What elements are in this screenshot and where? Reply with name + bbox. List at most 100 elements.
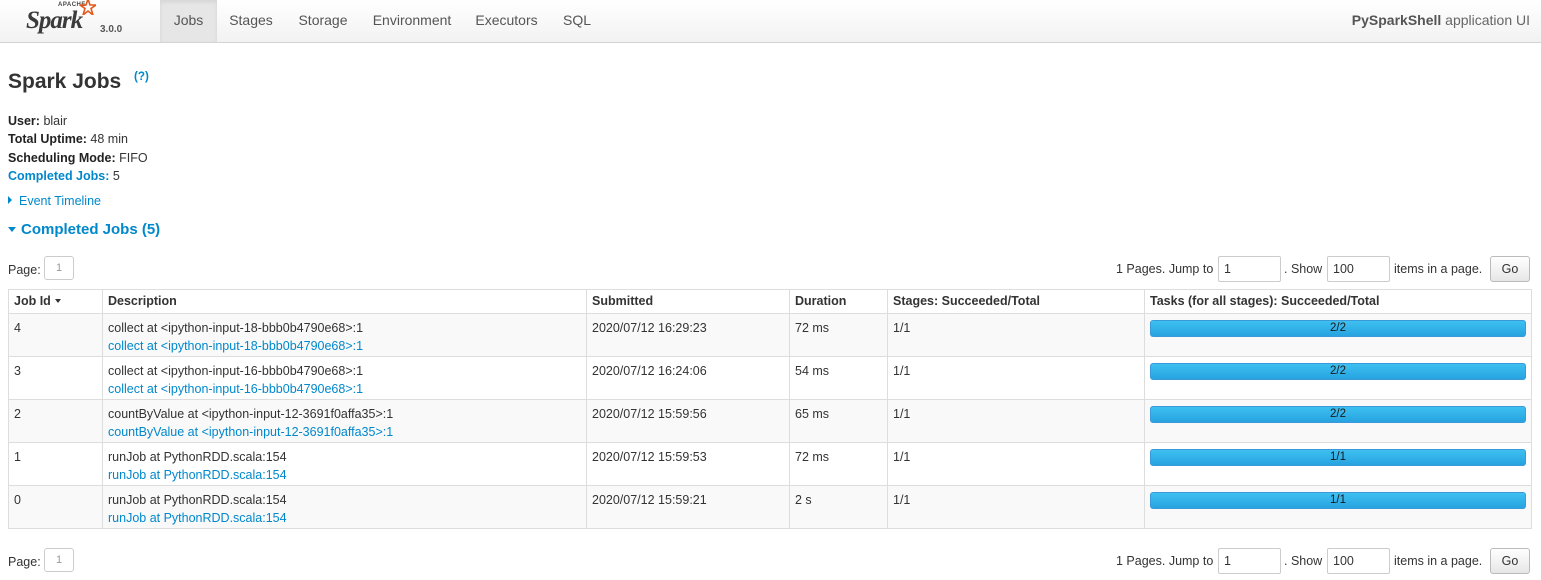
tab-label: Environment — [372, 12, 452, 28]
submitted-cell: 2020/07/12 15:59:56 — [586, 399, 790, 443]
col-header-job-id[interactable]: Job Id — [8, 289, 103, 314]
go-button[interactable]: Go — [1490, 256, 1530, 282]
header-label: Stages: Succeeded/Total — [893, 294, 1041, 308]
pagination-top-right: 1 Pages. Jump to 1 . Show 100 items in a… — [1116, 255, 1530, 282]
tasks-cell: 2/2 — [1144, 356, 1532, 400]
tab-label: Storage — [298, 12, 348, 28]
completed-jobs-toggle[interactable]: Completed Jobs (5) — [8, 221, 160, 238]
col-header-submitted[interactable]: Submitted — [586, 289, 790, 314]
page-number-button[interactable]: 1 — [44, 256, 74, 280]
summary-value: FIFO — [119, 150, 148, 165]
page-number-button[interactable]: 1 — [44, 548, 74, 572]
job-detail-link[interactable]: collect at <ipython-input-16-bbb0b4790e6… — [108, 380, 581, 398]
description-cell: runJob at PythonRDD.scala:154 runJob at P… — [102, 442, 587, 486]
jump-to-page-input[interactable]: 1 — [1218, 256, 1281, 282]
task-progress-bar: 1/1 — [1150, 449, 1526, 466]
page-title: Spark Jobs — [8, 70, 122, 93]
jump-to-page-input[interactable]: 1 — [1218, 548, 1281, 574]
app-name: PySparkShell — [1351, 12, 1442, 28]
spark-logo[interactable]: APACHE Spark 3.0.0 — [18, 0, 138, 40]
show-text: . Show — [1284, 554, 1323, 568]
job-id-cell: 0 — [8, 485, 103, 529]
description-cell: runJob at PythonRDD.scala:154 runJob at P… — [102, 485, 587, 529]
duration-cell: 72 ms — [789, 313, 888, 357]
col-header-stages[interactable]: Stages: Succeeded/Total — [887, 289, 1145, 314]
summary-label: Scheduling Mode: — [8, 150, 116, 165]
triangle-right-icon — [8, 196, 12, 204]
page-size-input[interactable]: 100 — [1327, 256, 1390, 282]
job-detail-link[interactable]: collect at <ipython-input-18-bbb0b4790e6… — [108, 337, 581, 355]
job-id-cell: 4 — [8, 313, 103, 357]
submitted-cell: 2020/07/12 16:29:23 — [586, 313, 790, 357]
job-detail-link[interactable]: runJob at PythonRDD.scala:154 — [108, 509, 581, 527]
col-header-description[interactable]: Description — [102, 289, 587, 314]
table-row: 0 runJob at PythonRDD.scala:154 runJob at… — [8, 485, 1532, 529]
summary-label: Total Uptime: — [8, 132, 87, 147]
duration-cell: 54 ms — [789, 356, 888, 400]
event-timeline-toggle[interactable]: Event Timeline — [8, 194, 101, 208]
pages-text: 1 Pages. Jump to — [1116, 554, 1214, 568]
page-size-input[interactable]: 100 — [1327, 548, 1390, 574]
summary-value: 48 min — [90, 132, 128, 147]
tasks-cell: 2/2 — [1144, 399, 1532, 443]
tab-sql[interactable]: SQL — [551, 0, 603, 42]
completed-jobs-label: Completed Jobs (5) — [21, 221, 161, 238]
col-header-duration[interactable]: Duration — [789, 289, 888, 314]
col-header-tasks[interactable]: Tasks (for all stages): Succeeded/Total — [1144, 289, 1532, 314]
go-button[interactable]: Go — [1490, 548, 1530, 574]
task-progress-bar: 2/2 — [1150, 406, 1526, 423]
job-id-cell: 3 — [8, 356, 103, 400]
pages-text: 1 Pages. Jump to — [1116, 262, 1214, 276]
duration-cell: 2 s — [789, 485, 888, 529]
table-row: 3 collect at <ipython-input-16-bbb0b4790… — [8, 356, 1532, 400]
header-label: Duration — [795, 294, 847, 308]
description-text: collect at <ipython-input-18-bbb0b4790e6… — [108, 321, 364, 335]
tab-stages[interactable]: Stages — [218, 0, 284, 42]
tab-jobs[interactable]: Jobs — [160, 0, 217, 42]
summary-completed[interactable]: Completed Jobs: 5 — [8, 167, 148, 185]
task-progress-bar: 2/2 — [1150, 320, 1526, 337]
app-ui-label: PySparkShell application UI — [1352, 0, 1530, 40]
show-text: . Show — [1284, 262, 1323, 276]
header-label: Job Id — [14, 294, 51, 308]
duration-cell: 65 ms — [789, 399, 888, 443]
stages-cell: 1/1 — [887, 313, 1145, 357]
help-link[interactable]: (?) — [134, 70, 149, 89]
job-detail-link[interactable]: countByValue at <ipython-input-12-3691f0… — [108, 423, 581, 441]
task-progress-text: 2/2 — [1330, 408, 1346, 420]
summary-user: User: blair — [8, 112, 148, 130]
tab-label: Jobs — [173, 12, 204, 28]
stages-cell: 1/1 — [887, 356, 1145, 400]
submitted-cell: 2020/07/12 15:59:53 — [586, 442, 790, 486]
summary-value: blair — [43, 114, 68, 128]
task-progress-text: 1/1 — [1330, 494, 1346, 506]
description-text: countByValue at <ipython-input-12-3691f0… — [108, 407, 394, 421]
event-timeline-label: Event Timeline — [19, 194, 101, 208]
tab-environment[interactable]: Environment — [362, 0, 462, 42]
submitted-cell: 2020/07/12 16:24:06 — [586, 356, 790, 400]
summary-uptime: Total Uptime: 48 min — [8, 130, 148, 148]
tab-executors[interactable]: Executors — [465, 0, 548, 42]
job-id-cell: 1 — [8, 442, 103, 486]
header-label: Submitted — [592, 294, 654, 308]
task-progress-text: 2/2 — [1330, 322, 1346, 334]
summary-scheduling: Scheduling Mode: FIFO — [8, 149, 148, 167]
triangle-down-icon — [8, 227, 16, 232]
summary-label[interactable]: Completed Jobs: — [8, 169, 109, 183]
items-text: items in a page. — [1394, 554, 1483, 568]
description-text: runJob at PythonRDD.scala:154 — [108, 493, 287, 507]
tasks-cell: 1/1 — [1144, 485, 1532, 529]
table-row: 4 collect at <ipython-input-18-bbb0b4790… — [8, 313, 1532, 357]
summary-label: User: — [8, 114, 40, 128]
page-label: Page: — [8, 555, 41, 569]
tasks-cell: 1/1 — [1144, 442, 1532, 486]
job-detail-link[interactable]: runJob at PythonRDD.scala:154 — [108, 466, 581, 484]
summary-list: User: blair Total Uptime: 48 min Schedul… — [8, 112, 148, 185]
table-row: 1 runJob at PythonRDD.scala:154 runJob at… — [8, 442, 1532, 486]
stages-cell: 1/1 — [887, 399, 1145, 443]
job-id-cell: 2 — [8, 399, 103, 443]
description-text: runJob at PythonRDD.scala:154 — [108, 450, 287, 464]
spark-star-icon — [80, 0, 96, 15]
sort-desc-icon — [54, 299, 61, 303]
tab-storage[interactable]: Storage — [286, 0, 360, 42]
